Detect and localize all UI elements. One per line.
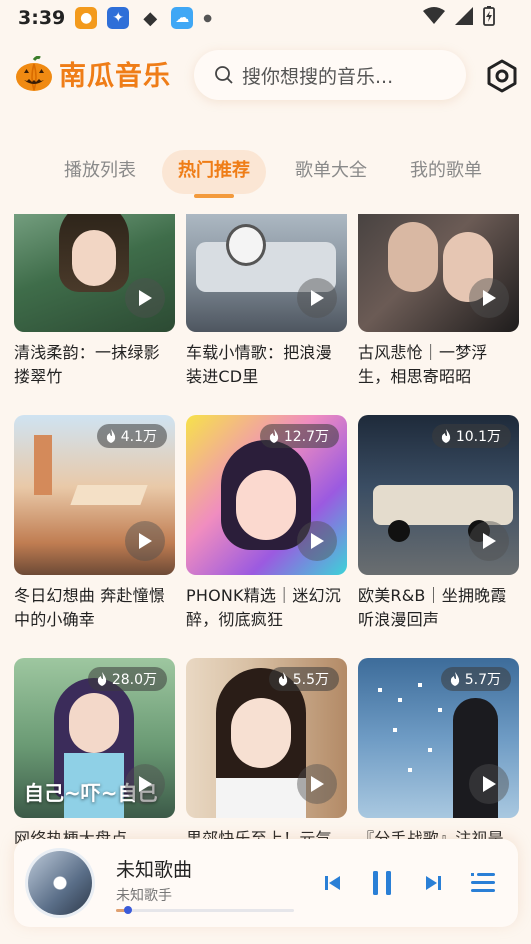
tab-playlist[interactable]: 播放列表 [64, 150, 136, 194]
play-icon [311, 533, 324, 549]
playlist-title: 欧美R&B｜坐拥晚霞听浪漫回声 [358, 586, 507, 629]
fire-icon [441, 429, 450, 443]
play-icon [483, 776, 496, 792]
playlist-cover: 4.1万 [14, 415, 175, 575]
play-button[interactable] [297, 521, 337, 561]
playlist-grid: 清浅柔韵：一抹绿影搂翠竹 车载小情歌：把浪漫装进CD里 古风悲怆｜一梦浮生，相思… [0, 214, 531, 844]
playlist-cover: 12.7万 [186, 415, 347, 575]
playlist-card[interactable]: 10.1万 欧美R&B｜坐拥晚霞听浪漫回声 [358, 415, 519, 632]
play-icon [139, 776, 152, 792]
album-art[interactable] [28, 851, 92, 915]
song-title: 未知歌曲 [116, 859, 193, 881]
play-button[interactable] [125, 764, 165, 804]
play-count-badge: 12.7万 [259, 424, 339, 448]
notification-app-icon: ● [75, 7, 98, 29]
pause-icon [373, 871, 391, 895]
search-bar[interactable]: 搜你想搜的音乐... [194, 50, 466, 100]
status-bar: 3:39 ● ✦ ◆ ☁ ● [0, 0, 531, 36]
playlist-cover [14, 214, 175, 332]
category-tabs: 播放列表 热门推荐 歌单大全 我的歌单 [0, 150, 531, 198]
pause-button[interactable] [368, 869, 396, 897]
play-count-badge: 5.7万 [440, 667, 511, 691]
playlist-title: 清浅柔韵：一抹绿影搂翠竹 [14, 343, 160, 386]
play-icon [311, 776, 324, 792]
search-icon [215, 66, 233, 84]
playlist-card[interactable]: 5.7万 『分手战歌』注视是 [358, 658, 519, 844]
queue-list-icon [471, 873, 495, 892]
battery-icon [483, 6, 495, 26]
signal-icon [455, 7, 473, 25]
playlist-title: 古风悲怆｜一梦浮生，相思寄昭昭 [358, 343, 488, 386]
tab-my-playlists[interactable]: 我的歌单 [410, 150, 482, 194]
fire-icon [106, 429, 115, 443]
playlist-queue-button[interactable] [469, 869, 497, 897]
playlist-card[interactable]: 清浅柔韵：一抹绿影搂翠竹 [14, 214, 175, 389]
skip-previous-icon [325, 876, 340, 890]
play-count-badge: 4.1万 [96, 424, 167, 448]
pumpkin-icon [16, 55, 52, 91]
play-button[interactable] [125, 521, 165, 561]
wifi-icon [423, 7, 445, 24]
playlist-card[interactable]: 4.1万 冬日幻想曲 奔赴憧憬中的小确幸 [14, 415, 175, 632]
progress-knob[interactable] [124, 906, 133, 914]
mini-player[interactable]: 未知歌曲 未知歌手 [14, 839, 518, 927]
notification-diamond-icon: ◆ [143, 7, 158, 29]
playlist-card[interactable]: 古风悲怆｜一梦浮生，相思寄昭昭 [358, 214, 519, 389]
playlist-cover: 5.5万 [186, 658, 347, 818]
playlist-title: 车载小情歌：把浪漫装进CD里 [186, 343, 332, 386]
play-icon [139, 290, 152, 306]
playlist-card[interactable]: 车载小情歌：把浪漫装进CD里 [186, 214, 347, 389]
play-count-badge: 5.5万 [268, 667, 339, 691]
play-icon [139, 533, 152, 549]
play-button[interactable] [297, 764, 337, 804]
playlist-cover [358, 214, 519, 332]
playlist-cover: 自己~吓~自己 28.0万 [14, 658, 175, 818]
notification-dot-icon: ● [203, 12, 212, 24]
tab-all-playlists[interactable]: 歌单大全 [295, 150, 367, 194]
playlist-card[interactable]: 自己~吓~自己 28.0万 网络热梗大盘点 [14, 658, 175, 844]
previous-button[interactable] [319, 869, 347, 897]
playlist-cover [186, 214, 347, 332]
play-button[interactable] [469, 278, 509, 318]
play-icon [483, 290, 496, 306]
active-tab-indicator [194, 194, 234, 198]
playlist-title: 冬日幻想曲 奔赴憧憬中的小确幸 [14, 586, 166, 629]
play-button[interactable] [297, 278, 337, 318]
skip-next-icon [426, 876, 441, 890]
play-button[interactable] [469, 521, 509, 561]
playlist-cover: 5.7万 [358, 658, 519, 818]
settings-icon[interactable] [485, 59, 519, 93]
fire-icon [97, 672, 106, 686]
status-time: 3:39 [18, 7, 66, 29]
notification-cloud-icon: ☁ [171, 7, 194, 29]
playlist-card[interactable]: 5.5万 果郊快乐至上！元气 [186, 658, 347, 844]
app-name: 南瓜音乐 [59, 61, 171, 92]
fire-icon [450, 672, 459, 686]
app-header: 南瓜音乐 搜你想搜的音乐... [0, 44, 531, 108]
song-artist: 未知歌手 [116, 888, 172, 904]
play-button[interactable] [469, 764, 509, 804]
play-icon [311, 290, 324, 306]
play-count-badge: 10.1万 [431, 424, 511, 448]
notification-bird-icon: ✦ [107, 7, 130, 29]
play-icon [483, 533, 496, 549]
tab-hot-recommend[interactable]: 热门推荐 [162, 150, 266, 198]
app-logo: 南瓜音乐 [15, 54, 171, 93]
play-count-badge: 28.0万 [87, 667, 167, 691]
playlist-title: PHONK精选｜迷幻沉醉，彻底疯狂 [186, 586, 341, 629]
fire-icon [278, 672, 287, 686]
search-placeholder: 搜你想搜的音乐... [242, 65, 394, 88]
fire-icon [269, 429, 278, 443]
play-button[interactable] [125, 278, 165, 318]
next-button[interactable] [419, 869, 447, 897]
playlist-card[interactable]: 12.7万 PHONK精选｜迷幻沉醉，彻底疯狂 [186, 415, 347, 632]
progress-bar[interactable] [116, 906, 294, 914]
playlist-cover: 10.1万 [358, 415, 519, 575]
